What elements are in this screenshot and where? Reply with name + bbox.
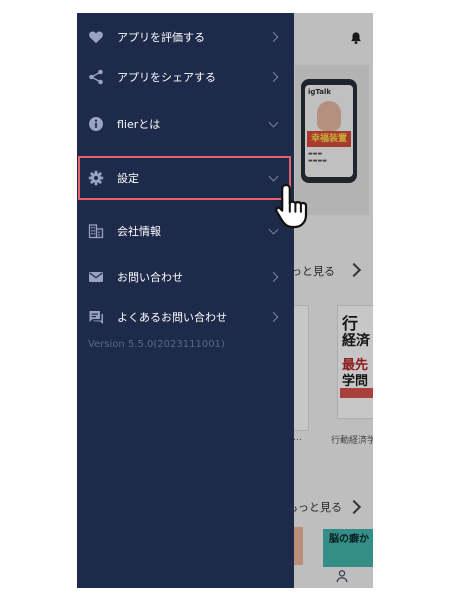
side-drawer: アプリを評価する アプリをシェアする flierとは 設定 会社情報 お問い合わ…: [77, 13, 294, 588]
app-version: Version 5.5.0(2023111001): [88, 339, 225, 350]
menu-item-rate-app[interactable]: アプリを評価する: [77, 17, 294, 57]
menu-item-contact[interactable]: お問い合わせ: [77, 257, 294, 297]
chevron-right-icon: [268, 312, 279, 322]
menu-item-label: アプリを評価する: [117, 31, 205, 44]
menu-item-share-app[interactable]: アプリをシェアする: [77, 57, 294, 97]
chevron-right-icon: [268, 32, 279, 42]
share-icon: [89, 69, 103, 85]
phone-screen: igTalk 幸福装置 ▬▬▬ ▬▬▬▬ っと見る … 行 経済 最先 学問 行動…: [77, 13, 373, 588]
menu-item-faq[interactable]: よくあるお問い合わせ: [77, 297, 294, 337]
menu-item-label: アプリをシェアする: [117, 71, 216, 84]
settings-highlight-box: [78, 156, 291, 200]
chevron-down-icon: [268, 117, 279, 128]
chat-icon: [89, 311, 103, 324]
info-icon: [89, 117, 103, 131]
menu-item-about[interactable]: flierとは: [77, 104, 294, 144]
menu-item-label: 会社情報: [117, 225, 161, 238]
menu-item-label: flierとは: [117, 118, 161, 131]
menu-item-label: よくあるお問い合わせ: [117, 311, 227, 324]
pointer-hand-icon: [275, 183, 308, 229]
chevron-right-icon: [268, 272, 279, 282]
mail-icon: [89, 272, 103, 282]
chevron-right-icon: [268, 72, 279, 82]
menu-item-label: お問い合わせ: [117, 271, 183, 284]
heart-icon: [89, 31, 103, 44]
menu-item-company-info[interactable]: 会社情報: [77, 211, 294, 251]
building-icon: [88, 224, 104, 239]
